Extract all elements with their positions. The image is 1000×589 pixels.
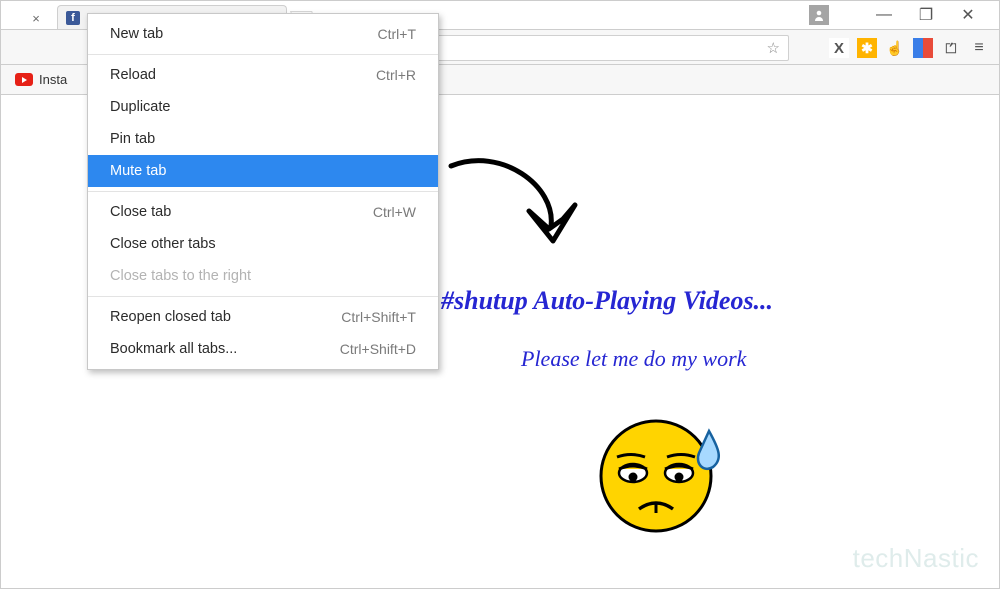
menu-pin-tab[interactable]: Pin tab: [88, 123, 438, 155]
menu-shortcut: Ctrl+Shift+T: [341, 309, 416, 325]
close-window-button[interactable]: ✕: [961, 8, 975, 22]
chrome-menu-icon[interactable]: ≡: [969, 38, 989, 58]
menu-label: Reload: [110, 67, 156, 83]
extension-touch-icon[interactable]: ☝: [885, 38, 905, 58]
extension-icons: X ✱ ☝ ⏍ ≡: [829, 35, 989, 61]
menu-close-other[interactable]: Close other tabs: [88, 228, 438, 260]
menu-close-tab[interactable]: Close tab Ctrl+W: [88, 196, 438, 228]
menu-label: Pin tab: [110, 131, 155, 147]
maximize-button[interactable]: ❐: [919, 8, 933, 22]
menu-label: Reopen closed tab: [110, 309, 231, 325]
facebook-icon: f: [66, 11, 80, 25]
tab-context-menu: New tab Ctrl+T Reload Ctrl+R Duplicate P…: [87, 13, 439, 370]
window-controls: — ❐ ✕: [809, 1, 999, 29]
youtube-icon[interactable]: [15, 73, 33, 86]
profile-badge[interactable]: [809, 5, 829, 25]
menu-separator: [88, 191, 438, 192]
menu-new-tab[interactable]: New tab Ctrl+T: [88, 18, 438, 50]
cast-icon[interactable]: ⏍: [941, 38, 961, 58]
extension-x-icon[interactable]: X: [829, 38, 849, 58]
watermark-text: techNastic: [853, 543, 979, 574]
menu-label: Mute tab: [110, 163, 166, 179]
bookmark-item-insta[interactable]: Insta: [39, 72, 67, 87]
menu-shortcut: Ctrl+W: [373, 204, 416, 220]
menu-label: Close other tabs: [110, 236, 216, 252]
menu-label: Bookmark all tabs...: [110, 341, 237, 357]
extension-color-icon[interactable]: [913, 38, 933, 58]
person-icon: [813, 9, 825, 21]
annotation-arrow-icon: [441, 151, 601, 271]
menu-separator: [88, 296, 438, 297]
menu-shortcut: Ctrl+Shift+D: [340, 341, 416, 357]
menu-reload[interactable]: Reload Ctrl+R: [88, 59, 438, 91]
menu-shortcut: Ctrl+R: [376, 67, 416, 83]
menu-close-right: Close tabs to the right: [88, 260, 438, 292]
menu-label: Close tab: [110, 204, 171, 220]
menu-label: Close tabs to the right: [110, 268, 251, 284]
menu-label: Duplicate: [110, 99, 170, 115]
menu-bookmark-all[interactable]: Bookmark all tabs... Ctrl+Shift+D: [88, 333, 438, 365]
minimize-button[interactable]: —: [877, 8, 891, 22]
menu-separator: [88, 54, 438, 55]
menu-shortcut: Ctrl+T: [378, 26, 417, 42]
extension-star-icon[interactable]: ✱: [857, 38, 877, 58]
bookmark-star-icon[interactable]: ☆: [767, 39, 780, 57]
annotation-text-2: Please let me do my work: [521, 346, 746, 372]
frustrated-emoji-icon: [591, 401, 731, 541]
menu-mute-tab[interactable]: Mute tab: [88, 155, 438, 187]
menu-reopen-closed[interactable]: Reopen closed tab Ctrl+Shift+T: [88, 301, 438, 333]
inactive-tab-close[interactable]: ×: [21, 7, 51, 29]
menu-duplicate[interactable]: Duplicate: [88, 91, 438, 123]
annotation-text-1: #shutup Auto-Playing Videos...: [441, 286, 773, 316]
menu-label: New tab: [110, 26, 163, 42]
